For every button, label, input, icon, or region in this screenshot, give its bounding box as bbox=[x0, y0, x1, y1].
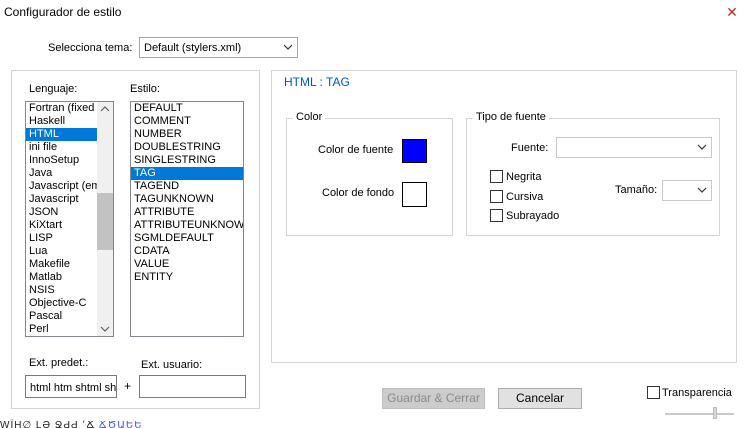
transparency-label: Transparencia bbox=[662, 387, 732, 399]
cancel-button[interactable]: Cancelar bbox=[498, 388, 582, 409]
language-list-item[interactable]: Fortran (fixed bbox=[26, 102, 97, 115]
style-list-item[interactable]: CDATA bbox=[131, 245, 243, 258]
underline-label: Subrayado bbox=[506, 210, 560, 222]
language-list-item[interactable]: Javascript bbox=[26, 193, 97, 206]
background-color-swatch[interactable] bbox=[402, 182, 427, 207]
style-list-item[interactable]: DEFAULT bbox=[131, 102, 243, 115]
language-list-item[interactable]: Pascal bbox=[26, 310, 97, 323]
language-list-item[interactable]: Perl bbox=[26, 323, 97, 336]
style-list-item[interactable]: DOUBLESTRING bbox=[131, 141, 243, 154]
style-list-item[interactable]: ATTRIBUTE bbox=[131, 206, 243, 219]
scroll-up-icon[interactable] bbox=[100, 105, 110, 113]
style-list-item[interactable]: TAG bbox=[131, 167, 243, 180]
language-list-item[interactable]: HTML bbox=[26, 128, 97, 141]
style-list-item[interactable]: SGMLDEFAULT bbox=[131, 232, 243, 245]
close-icon[interactable]: ✕ bbox=[718, 0, 746, 24]
language-list-item[interactable]: Matlab bbox=[26, 271, 97, 284]
background-link-text: ՃԾԱԵԵ bbox=[98, 420, 143, 428]
default-ext-field[interactable]: html htm shtml sh bbox=[25, 375, 117, 398]
chevron-down-icon bbox=[697, 144, 707, 150]
style-list-item[interactable]: TAGUNKNOWN bbox=[131, 193, 243, 206]
default-ext-label: Ext. predet.: bbox=[29, 357, 89, 369]
style-header: HTML : TAG bbox=[284, 75, 350, 89]
style-label: Estilo: bbox=[130, 83, 160, 95]
font-group: Tipo de fuente bbox=[466, 111, 720, 236]
style-list-item[interactable]: COMMENT bbox=[131, 115, 243, 128]
language-list-item[interactable]: Makefile bbox=[26, 258, 97, 271]
style-list-item[interactable]: SINGLESTRING bbox=[131, 154, 243, 167]
color-group: Color bbox=[286, 111, 453, 236]
style-list-item[interactable]: NUMBER bbox=[131, 128, 243, 141]
plus-sign: + bbox=[124, 379, 132, 393]
theme-select[interactable]: Default (stylers.xml) bbox=[139, 37, 298, 58]
underline-checkbox[interactable] bbox=[490, 209, 503, 222]
chevron-down-icon bbox=[697, 187, 707, 193]
language-list-item[interactable]: Haskell bbox=[26, 115, 97, 128]
size-label: Tamaño: bbox=[615, 184, 658, 196]
language-list[interactable]: Fortran (fixed Haskell HTML ini file InnoSet… bbox=[25, 101, 114, 337]
language-list-item[interactable]: JSON bbox=[26, 206, 97, 219]
style-list-item[interactable]: TAGEND bbox=[131, 180, 243, 193]
language-label: Lenguaje: bbox=[29, 83, 78, 95]
bold-checkbox[interactable] bbox=[490, 170, 503, 183]
italic-checkbox[interactable] bbox=[490, 190, 503, 203]
color-group-legend: Color bbox=[293, 111, 326, 123]
font-select[interactable] bbox=[556, 137, 712, 158]
font-label: Fuente: bbox=[511, 142, 549, 154]
foreground-color-swatch[interactable] bbox=[402, 139, 427, 163]
font-group-legend: Tipo de fuente bbox=[473, 111, 549, 123]
size-select[interactable] bbox=[662, 180, 712, 201]
language-list-item[interactable]: Objective-C bbox=[26, 297, 97, 310]
user-ext-field[interactable] bbox=[139, 375, 246, 398]
scrollbar-thumb[interactable] bbox=[97, 193, 113, 250]
foreground-color-label: Color de fuente bbox=[318, 144, 394, 156]
language-list-item[interactable]: NSIS bbox=[26, 284, 97, 297]
theme-select-value: Default (stylers.xml) bbox=[144, 42, 242, 54]
save-close-button[interactable]: Guardar & Cerrar bbox=[382, 388, 485, 409]
language-list-item[interactable]: ini file bbox=[26, 141, 97, 154]
transparency-checkbox[interactable] bbox=[647, 386, 660, 399]
italic-label: Cursiva bbox=[506, 191, 544, 203]
background-color-label: Color de fondo bbox=[322, 187, 395, 199]
language-list-item[interactable]: Lua bbox=[26, 245, 97, 258]
language-items: Fortran (fixed Haskell HTML ini file InnoSet… bbox=[26, 102, 97, 336]
chevron-down-icon bbox=[283, 44, 293, 50]
style-list[interactable]: DEFAULT COMMENT NUMBER DOUBLESTRING SINGLEST… bbox=[130, 101, 244, 337]
style-items: DEFAULT COMMENT NUMBER DOUBLESTRING SINGLEST… bbox=[131, 102, 243, 284]
language-list-item[interactable]: LISP bbox=[26, 232, 97, 245]
language-list-item[interactable]: Java bbox=[26, 167, 97, 180]
bold-label: Negrita bbox=[506, 171, 542, 183]
language-list-item[interactable]: InnoSetup bbox=[26, 154, 97, 167]
background-text-strip: WÏH∅ LƏ ՋԀԀ ՙՃ ՃԾԱԵԵ bbox=[0, 419, 170, 428]
language-list-item[interactable]: Javascript (em bbox=[26, 180, 97, 193]
scroll-down-icon[interactable] bbox=[100, 325, 110, 333]
theme-label: Selecciona tema: bbox=[48, 42, 133, 54]
style-list-item[interactable]: VALUE bbox=[131, 258, 243, 271]
transparency-slider-handle[interactable] bbox=[713, 407, 717, 419]
window-title: Configurador de estilo bbox=[4, 5, 122, 19]
transparency-slider[interactable] bbox=[665, 413, 734, 415]
style-list-item[interactable]: ENTITY bbox=[131, 271, 243, 284]
language-list-item[interactable]: KiXtart bbox=[26, 219, 97, 232]
style-list-item[interactable]: ATTRIBUTEUNKNOWN bbox=[131, 219, 243, 232]
background-text: WÏH∅ LƏ ՋԀԀ ՙՃ bbox=[0, 420, 96, 428]
user-ext-label: Ext. usuario: bbox=[141, 359, 203, 371]
language-scrollbar[interactable] bbox=[97, 102, 113, 336]
